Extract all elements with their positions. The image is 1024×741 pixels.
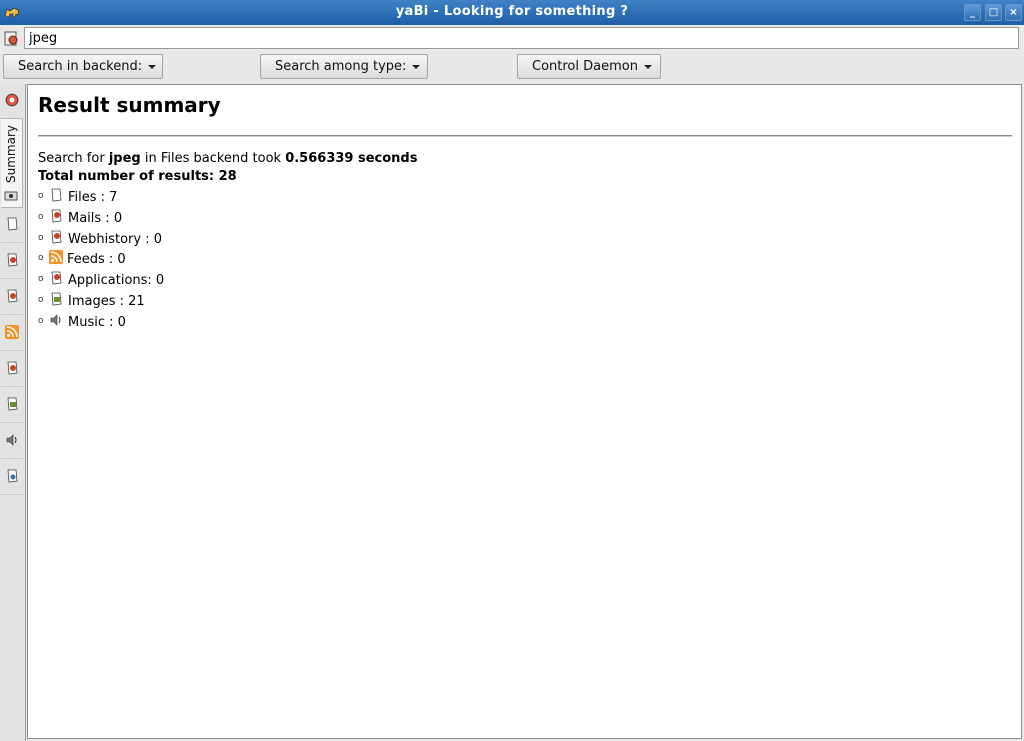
speaker-icon bbox=[50, 314, 61, 326]
search-among-type-label: Search among type: bbox=[275, 59, 407, 74]
bullet: o bbox=[38, 211, 44, 222]
close-icon: × bbox=[1009, 7, 1018, 18]
search-document-icon bbox=[7, 469, 18, 483]
divider bbox=[38, 135, 1012, 137]
sidebar-tab-music[interactable] bbox=[1, 424, 23, 459]
sidebar-tab-webhistory[interactable] bbox=[1, 280, 23, 315]
sidebar-tab-summary[interactable]: Summary bbox=[1, 118, 23, 208]
rss-feed-icon bbox=[49, 250, 63, 265]
page-title: Result summary bbox=[38, 93, 221, 117]
sidebar-tab-images[interactable] bbox=[1, 388, 23, 423]
maximize-button[interactable]: □ bbox=[985, 4, 1002, 21]
search-query: jpeg bbox=[108, 151, 141, 166]
search-icon[interactable] bbox=[3, 30, 20, 47]
mail-icon bbox=[7, 253, 18, 267]
webhistory-icon bbox=[7, 289, 18, 303]
bullet: o bbox=[38, 274, 44, 285]
control-daemon-label: Control Daemon bbox=[532, 59, 638, 74]
speaker-icon bbox=[6, 434, 17, 446]
search-time-text: Search for jpeg in Files backend took 0.… bbox=[38, 151, 417, 166]
summary-icon bbox=[4, 191, 18, 201]
application-icon bbox=[7, 361, 18, 375]
result-label: Feeds : 0 bbox=[67, 252, 126, 268]
file-icon bbox=[7, 217, 18, 231]
application-icon bbox=[51, 271, 62, 285]
maximize-icon: □ bbox=[988, 7, 999, 18]
minimize-button[interactable]: _ bbox=[964, 4, 981, 21]
mail-icon bbox=[51, 209, 62, 223]
sidebar-tab-feeds[interactable] bbox=[1, 316, 23, 351]
backend-text: in Files backend took bbox=[140, 151, 286, 166]
chevron-down-icon bbox=[643, 64, 652, 69]
chevron-down-icon bbox=[412, 64, 421, 69]
window-title: yaBi - Looking for something ? bbox=[395, 4, 629, 19]
result-label: Images : 21 bbox=[68, 293, 145, 309]
search-bar bbox=[0, 25, 1024, 53]
search-prefix: Search for bbox=[38, 151, 109, 166]
sidebar-tab-other[interactable] bbox=[1, 460, 23, 495]
search-in-backend-label: Search in backend: bbox=[18, 59, 143, 74]
title-bar: yaBi - Looking for something ? _ □ × bbox=[0, 0, 1024, 25]
bullet: o bbox=[38, 294, 44, 305]
search-in-backend-button[interactable]: Search in backend: bbox=[3, 54, 163, 79]
search-duration: 0.566339 seconds bbox=[285, 151, 418, 166]
sidebar-tab-applications[interactable] bbox=[1, 352, 23, 387]
rss-feed-icon bbox=[5, 325, 19, 339]
control-daemon-button[interactable]: Control Daemon bbox=[517, 54, 661, 79]
minimize-icon: _ bbox=[970, 7, 975, 18]
bullet: o bbox=[38, 315, 44, 326]
lifebuoy-icon bbox=[5, 93, 19, 107]
sidebar: Summary bbox=[0, 84, 26, 741]
search-among-type-button[interactable]: Search among type: bbox=[260, 54, 428, 79]
close-button[interactable]: × bbox=[1005, 4, 1022, 21]
sidebar-tab-files[interactable] bbox=[1, 208, 23, 243]
result-label: Webhistory : 0 bbox=[68, 231, 162, 247]
bullet: o bbox=[38, 253, 44, 264]
bullet: o bbox=[38, 232, 44, 243]
chevron-down-icon bbox=[148, 64, 157, 69]
bullet: o bbox=[38, 191, 44, 201]
result-label: Applications: 0 bbox=[68, 273, 165, 289]
sidebar-tab-mails[interactable] bbox=[1, 244, 23, 279]
sidebar-tab-main[interactable] bbox=[1, 84, 23, 119]
result-label: Music : 0 bbox=[68, 314, 126, 330]
search-input[interactable] bbox=[24, 27, 1019, 49]
image-icon bbox=[51, 292, 62, 306]
result-summary-panel: Result summary Search for jpeg in Files … bbox=[27, 84, 1022, 739]
sidebar-item-summary-label: Summary bbox=[4, 125, 18, 183]
toolbar: Search in backend: Search among type: Co… bbox=[0, 53, 1024, 82]
webhistory-icon bbox=[51, 230, 62, 244]
image-icon bbox=[7, 397, 18, 411]
result-label: Files : 7 bbox=[68, 190, 118, 205]
result-label: Mails : 0 bbox=[68, 210, 123, 226]
file-icon bbox=[51, 188, 62, 202]
total-results: Total number of results: 28 bbox=[38, 169, 237, 184]
